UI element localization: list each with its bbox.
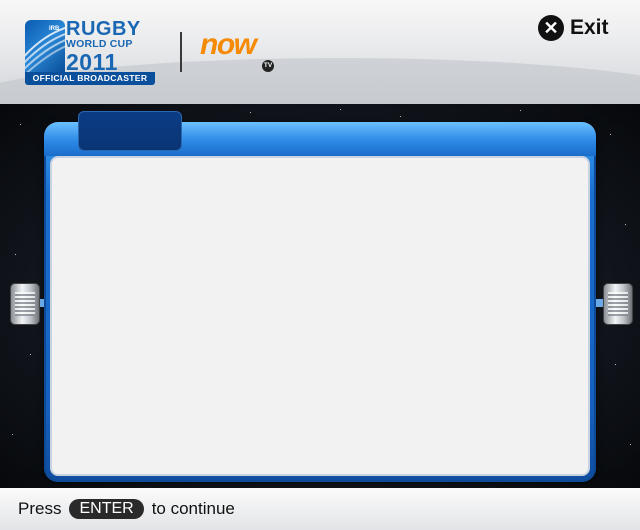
official-broadcaster-banner: OFFICIAL BROADCASTER	[25, 72, 155, 85]
rugby-logo-text: RUGBY WORLD CUP 2011	[66, 19, 141, 74]
rugby-world-cup-logo: IRB RUGBY WORLD CUP 2011 OFFICIAL BROADC…	[25, 19, 157, 86]
footer-bar: Press ENTER to continue	[0, 488, 640, 530]
header-bar: IRB RUGBY WORLD CUP 2011 OFFICIAL BROADC…	[0, 0, 640, 104]
logo-divider	[180, 32, 182, 72]
rugby-logo-year: 2011	[66, 48, 118, 75]
now-tv-logo: now TV	[200, 28, 274, 72]
now-logo-word: now	[200, 28, 257, 61]
left-scroll-knob[interactable]	[10, 283, 40, 325]
right-scroll-knob[interactable]	[603, 283, 633, 325]
prompt-suffix: to continue	[151, 499, 235, 518]
panel-content-area	[50, 156, 590, 476]
prompt-prefix: Press	[18, 499, 62, 518]
rugby-logo-line1: RUGBY	[66, 18, 141, 40]
rugby-logo-line2: WORLD CUP	[66, 38, 133, 50]
exit-button[interactable]: ✕ Exit	[538, 14, 609, 42]
close-icon: ✕	[538, 15, 564, 41]
irb-mark-text: IRB	[49, 26, 60, 32]
exit-label: Exit	[570, 16, 609, 39]
enter-key-button[interactable]: ENTER	[69, 499, 144, 519]
continue-prompt: Press ENTER to continue	[18, 499, 235, 519]
rugby-globe-icon: IRB	[25, 20, 65, 72]
now-tv-badge: TV	[262, 60, 274, 72]
panel-tab	[78, 111, 182, 151]
